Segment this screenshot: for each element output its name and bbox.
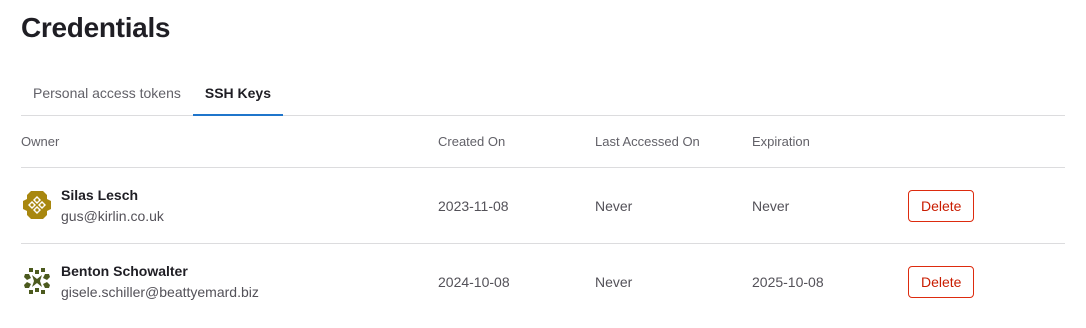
avatar xyxy=(21,189,53,221)
credentials-tabs: Personal access tokens SSH Keys xyxy=(21,70,1065,116)
ssh-keys-table: Owner Created On Last Accessed On Expira… xyxy=(21,116,1065,319)
delete-button[interactable]: Delete xyxy=(908,190,975,222)
owner-email: gisele.schiller@beattyemard.biz xyxy=(61,284,259,300)
table-row: Benton Schowalter gisele.schiller@beatty… xyxy=(21,244,1065,319)
owner-email: gus@kirlin.co.uk xyxy=(61,208,164,224)
last-accessed-value: Never xyxy=(595,198,633,214)
header-last-accessed-on: Last Accessed On xyxy=(595,134,700,149)
table-row: Silas Lesch gus@kirlin.co.uk 2023-11-08 … xyxy=(21,168,1065,244)
created-on-value: 2024-10-08 xyxy=(438,274,510,290)
avatar xyxy=(21,265,53,297)
tab-ssh-keys[interactable]: SSH Keys xyxy=(192,70,284,116)
created-on-value: 2023-11-08 xyxy=(438,198,509,214)
header-expiration: Expiration xyxy=(752,134,810,149)
header-created-on: Created On xyxy=(438,134,506,149)
tab-personal-access-tokens[interactable]: Personal access tokens xyxy=(21,70,193,115)
delete-button[interactable]: Delete xyxy=(908,266,975,298)
identicon-icon xyxy=(21,265,53,297)
identicon-icon xyxy=(21,189,53,221)
last-accessed-value: Never xyxy=(595,274,633,290)
header-owner: Owner xyxy=(21,134,60,149)
expiration-value: Never xyxy=(752,198,790,214)
expiration-value: 2025-10-08 xyxy=(752,274,824,290)
page-title: Credentials xyxy=(21,12,171,43)
owner-name: Benton Schowalter xyxy=(61,263,188,279)
table-header: Owner Created On Last Accessed On Expira… xyxy=(21,116,1065,168)
owner-name: Silas Lesch xyxy=(61,187,139,203)
